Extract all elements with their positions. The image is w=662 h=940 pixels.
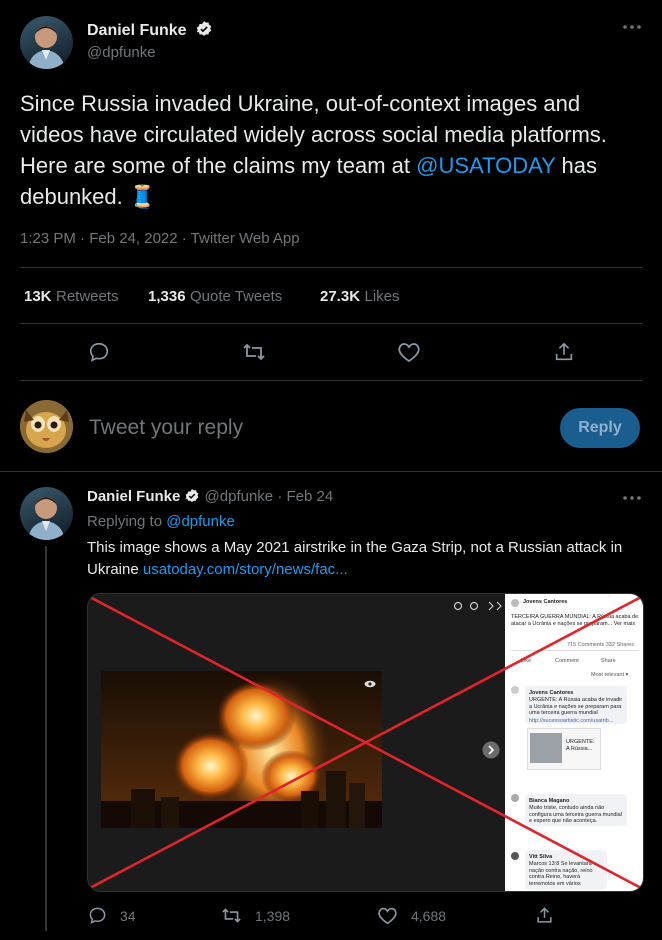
author-handle[interactable]: @dpfunke — [87, 44, 156, 61]
article-link[interactable]: usatoday.com/story/news/fac... — [143, 561, 348, 578]
reply-input[interactable]: Tweet your reply — [89, 416, 243, 440]
quotes-stat[interactable]: 1,336 Quote Tweets — [148, 288, 282, 306]
author-avatar[interactable] — [20, 16, 73, 69]
like-icon[interactable] — [377, 906, 398, 925]
thread-like-action[interactable]: 4,688 — [377, 906, 446, 925]
thread-date[interactable]: · Feb 24 — [277, 488, 333, 505]
retweet-icon[interactable] — [221, 906, 242, 925]
debunk-cross-overlay — [88, 594, 643, 891]
reply-icon[interactable] — [88, 341, 110, 363]
reply-count: 34 — [120, 907, 136, 924]
share-icon[interactable] — [553, 341, 575, 363]
divider — [0, 471, 662, 472]
thread-text: This image shows a May 2021 airstrike in… — [87, 537, 642, 581]
divider — [20, 323, 642, 324]
like-icon[interactable] — [397, 341, 421, 363]
retweets-stat[interactable]: 13K Retweets — [24, 288, 119, 306]
likes-count: 27.3K — [320, 288, 361, 305]
tweet-text: Since Russia invaded Ukraine, out-of-con… — [20, 88, 645, 212]
quotes-count: 1,336 — [148, 288, 186, 305]
quotes-label: Quote Tweets — [190, 288, 283, 305]
author-name[interactable]: Daniel Funke — [87, 22, 187, 39]
thread-line — [45, 546, 47, 931]
thread-reply-action[interactable]: 34 — [88, 906, 136, 925]
retweets-count: 13K — [24, 288, 52, 305]
replying-to: Replying to @dpfunke — [87, 513, 235, 530]
retweet-count: 1,398 — [255, 907, 291, 924]
reply-button[interactable]: Reply — [560, 408, 640, 448]
share-icon[interactable] — [535, 906, 554, 925]
retweets-label: Retweets — [55, 288, 119, 305]
thread-header: Daniel Funke @dpfunke · Feb 24 — [87, 488, 333, 505]
replying-label: Replying to — [87, 513, 167, 530]
thread-author-handle[interactable]: @dpfunke — [205, 488, 274, 505]
thread-author-avatar[interactable] — [20, 487, 73, 540]
tweet-media[interactable]: Jovens Cantores TERCEIRA GUERRA MUNDIAL:… — [87, 593, 644, 892]
thread-author-name[interactable]: Daniel Funke — [87, 488, 180, 505]
divider — [20, 267, 642, 268]
user-avatar[interactable] — [20, 400, 73, 453]
verified-badge-icon — [184, 488, 200, 504]
retweet-icon[interactable] — [242, 341, 266, 363]
thread-retweet-action[interactable]: 1,398 — [221, 906, 290, 925]
mention-link[interactable]: @USATODAY — [416, 153, 555, 178]
likes-stat[interactable]: 27.3K Likes — [320, 288, 400, 306]
more-options-icon[interactable] — [622, 493, 642, 503]
like-count: 4,688 — [411, 907, 447, 924]
author-name-row[interactable]: Daniel Funke — [87, 20, 213, 40]
reply-icon[interactable] — [88, 906, 107, 925]
replying-to-link[interactable]: @dpfunke — [166, 513, 235, 530]
divider — [20, 380, 642, 381]
more-options-icon[interactable] — [622, 22, 642, 32]
likes-label: Likes — [364, 288, 400, 305]
verified-badge-icon — [195, 20, 213, 38]
tweet-timestamp[interactable]: 1:23 PM · Feb 24, 2022 · Twitter Web App — [20, 230, 300, 247]
